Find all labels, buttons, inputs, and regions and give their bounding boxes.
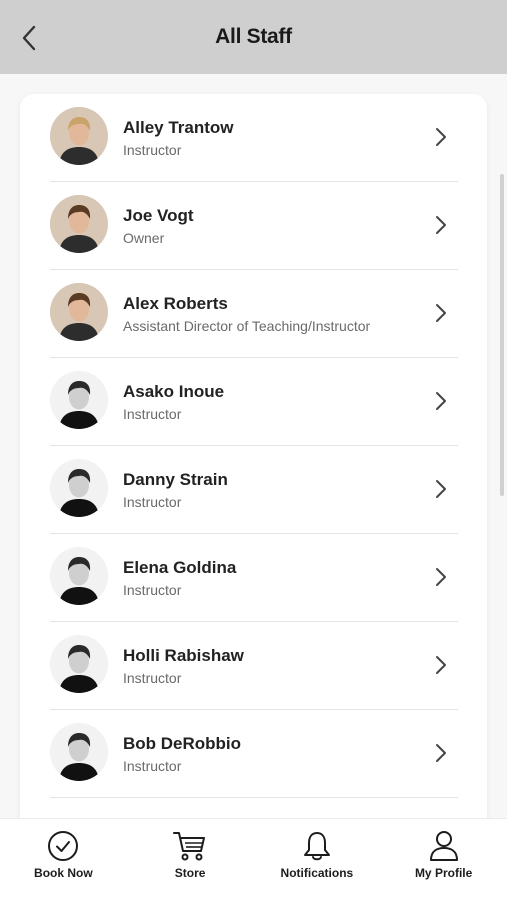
chevron-right-icon — [436, 304, 446, 322]
staff-role: Instructor — [123, 758, 182, 774]
staff-name: Asako Inoue — [123, 382, 225, 401]
staff-name: Joe Vogt — [123, 206, 194, 225]
header-bar: All Staff — [0, 0, 507, 74]
staff-avatar — [50, 371, 108, 429]
staff-role: Owner — [123, 230, 165, 246]
staff-row[interactable]: Holli Rabishaw Instructor — [50, 622, 458, 710]
staff-name: Bob DeRobbio — [123, 734, 242, 753]
chevron-right-icon — [436, 656, 446, 674]
tab-my-profile[interactable]: My Profile — [380, 819, 507, 901]
tab-label: My Profile — [414, 866, 473, 880]
chevron-right-icon — [436, 568, 446, 586]
chevron-right-icon — [436, 216, 446, 234]
tab-label: Notifications — [280, 866, 354, 880]
chevron-right-icon — [436, 128, 446, 146]
staff-row[interactable]: Bob DeRobbio Instructor — [50, 710, 458, 798]
page-title: All Staff — [215, 25, 292, 48]
staff-name: Danny Strain — [123, 470, 228, 489]
tab-store[interactable]: Store — [127, 819, 254, 901]
chevron-right-icon — [436, 480, 446, 498]
staff-scroll-area[interactable]: Alley Trantow Instructor Joe Vogt Owner — [0, 74, 507, 818]
bottom-tab-bar: Book Now Store Notifications My Profile — [0, 818, 507, 901]
staff-avatar — [50, 195, 108, 253]
staff-role: Instructor — [123, 582, 182, 598]
scrollbar[interactable] — [500, 174, 504, 496]
staff-name: Alley Trantow — [123, 118, 234, 137]
staff-list-card: Alley Trantow Instructor Joe Vogt Owner — [20, 94, 487, 818]
staff-row[interactable]: Danny Strain Instructor — [50, 446, 458, 534]
staff-role: Instructor — [123, 670, 182, 686]
staff-role: Assistant Director of Teaching/Instructo… — [123, 318, 371, 334]
chevron-left-icon — [22, 25, 36, 51]
user-icon — [427, 829, 461, 863]
staff-name: Holli Rabishaw — [123, 646, 244, 665]
bell-icon — [300, 829, 334, 863]
back-button[interactable] — [14, 21, 44, 55]
tab-label: Store — [174, 866, 206, 880]
cart-icon — [173, 829, 207, 863]
staff-avatar — [50, 459, 108, 517]
staff-avatar — [50, 107, 108, 165]
staff-avatar — [50, 723, 108, 781]
tab-label: Book Now — [34, 866, 93, 880]
check-circle-icon — [46, 829, 80, 863]
staff-row[interactable]: Alex Roberts Assistant Director of Teach… — [50, 270, 458, 358]
staff-row[interactable]: Joe Vogt Owner — [50, 182, 458, 270]
tab-notifications[interactable]: Notifications — [254, 819, 381, 901]
staff-role: Instructor — [123, 406, 182, 422]
staff-name: Elena Goldina — [123, 558, 237, 577]
staff-row[interactable]: Asako Inoue Instructor — [50, 358, 458, 446]
staff-role: Instructor — [123, 142, 182, 158]
chevron-right-icon — [436, 744, 446, 762]
staff-avatar — [50, 635, 108, 693]
staff-row[interactable]: Alley Trantow Instructor — [50, 94, 458, 182]
chevron-right-icon — [436, 392, 446, 410]
staff-name: Alex Roberts — [123, 294, 228, 313]
staff-row[interactable]: Elena Goldina Instructor — [50, 534, 458, 622]
staff-avatar — [50, 547, 108, 605]
tab-book-now[interactable]: Book Now — [0, 819, 127, 901]
staff-role: Instructor — [123, 494, 182, 510]
staff-avatar — [50, 283, 108, 341]
